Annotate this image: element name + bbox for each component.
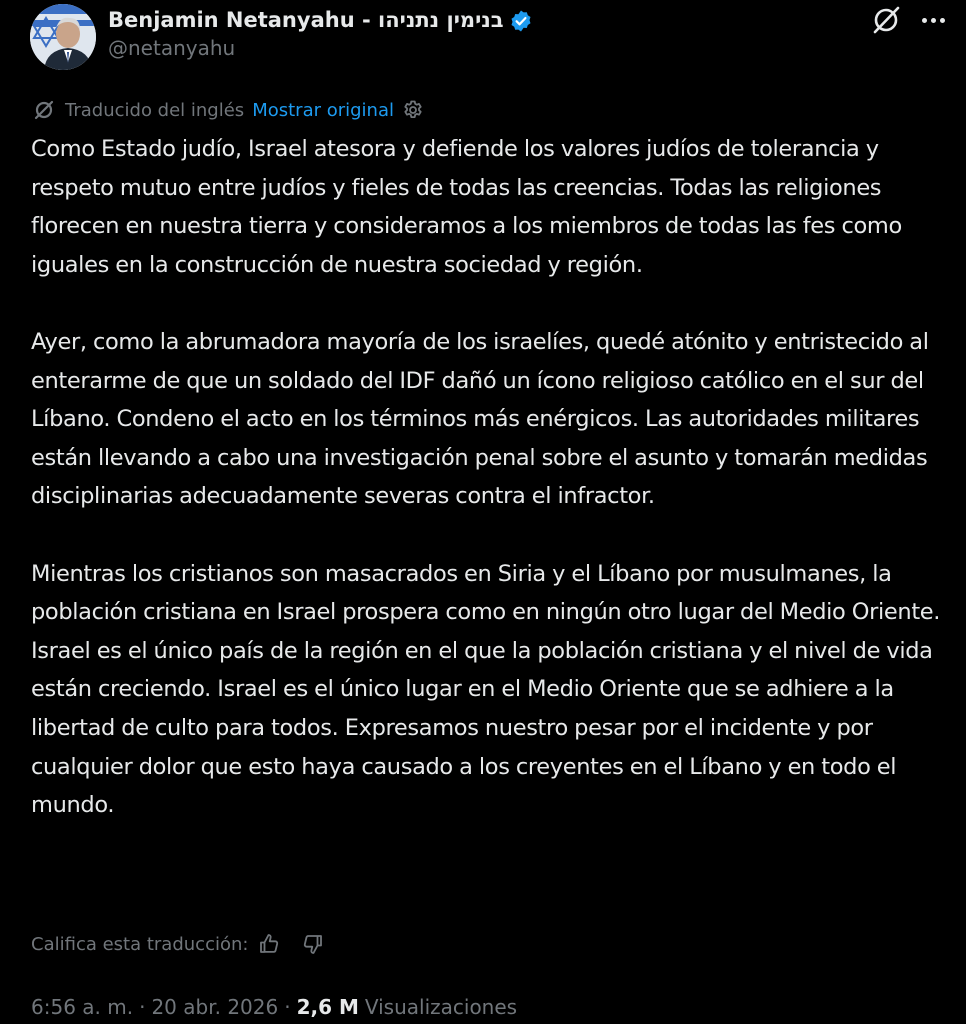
post-date[interactable]: 20 abr. 2026 (151, 995, 278, 1019)
post-paragraph: Como Estado judío, Israel atesora y defi… (31, 136, 902, 278)
views-label: Visualizaciones (364, 995, 518, 1019)
thumbs-up-icon[interactable] (258, 932, 282, 956)
display-name[interactable]: Benjamin Netanyahu - בנימין נתניהו (108, 8, 504, 32)
dot-icon (921, 17, 927, 23)
grok-icon[interactable] (871, 5, 901, 35)
avatar[interactable] (30, 4, 96, 70)
dot-icon (939, 17, 945, 23)
translated-from-label: Traducido del inglés (65, 99, 245, 121)
post-meta: 6:56 a. m. · 20 abr. 2026 · 2,6 M Visual… (31, 992, 517, 1022)
show-original-link[interactable]: Mostrar original (252, 100, 394, 121)
post-body: Como Estado judío, Israel atesora y defi… (31, 130, 941, 825)
gear-icon[interactable] (402, 99, 424, 121)
author-block: Benjamin Netanyahu - בנימין נתניהו @neta… (108, 5, 828, 60)
views-count[interactable]: 2,6 M (297, 995, 359, 1019)
rate-translation-row: Califica esta traducción: (31, 930, 324, 958)
tweet: Benjamin Netanyahu - בנימין נתניהו @neta… (0, 0, 966, 1024)
post-paragraph: Ayer, como la abrumadora mayoría de los … (31, 328, 929, 510)
thumbs-down-icon[interactable] (300, 932, 324, 956)
dot-icon (930, 17, 936, 23)
translate-icon (34, 100, 54, 120)
translation-bar: Traducido del inglés Mostrar original (33, 96, 424, 124)
meta-separator: · (284, 995, 291, 1019)
meta-separator: · (139, 995, 146, 1019)
verified-badge-icon[interactable] (509, 9, 533, 33)
profile-photo-icon (30, 4, 96, 70)
handle[interactable]: @netanyahu (108, 36, 828, 60)
rate-translation-label: Califica esta traducción: (31, 933, 249, 955)
post-paragraph: Mientras los cristianos son masacrados e… (31, 560, 941, 819)
display-name-row: Benjamin Netanyahu - בנימין נתניהו (108, 5, 828, 35)
more-horizontal-icon[interactable] (913, 7, 953, 33)
post-time[interactable]: 6:56 a. m. (31, 995, 133, 1019)
